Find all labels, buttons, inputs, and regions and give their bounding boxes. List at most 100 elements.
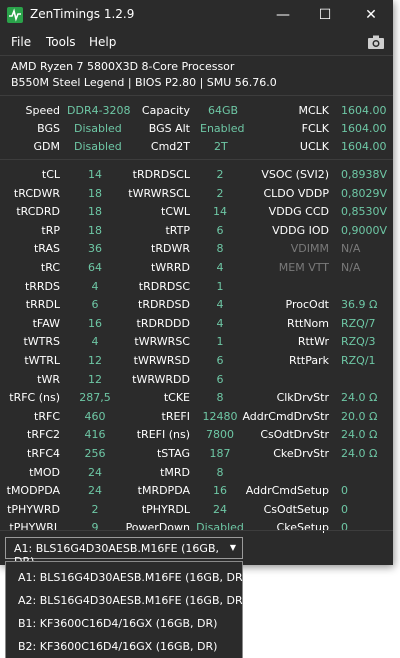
timing-label: CsOdtSetup [263, 503, 329, 516]
timing-value: 0 [341, 484, 348, 497]
bgs-label: BGS [37, 122, 60, 135]
timing-label: ProcOdt [285, 298, 329, 311]
timing-label: tMODPDA [6, 484, 60, 497]
timing-label: CkeSetup [276, 521, 329, 534]
timing-value: 2 [216, 168, 224, 181]
timing-value: 4 [216, 317, 224, 330]
timing-value: 2 [91, 503, 99, 516]
timing-value: 24.0 Ω [341, 428, 378, 441]
timing-value: 9 [91, 521, 99, 534]
timing-value: 187 [209, 447, 231, 460]
timing-value: 4 [91, 280, 99, 293]
zentimings-app-icon [7, 7, 23, 23]
timing-label: tPHYWRD [7, 503, 60, 516]
dimm-option-b2[interactable]: B2: KF3600C16D4/16GX (16GB, DR) [18, 640, 217, 653]
timing-label: VDIMM [290, 242, 329, 255]
speed-label: Speed [25, 104, 60, 117]
timing-label: tRCDWR [13, 187, 60, 200]
timing-value: 287,5 [79, 391, 111, 404]
timing-label: CLDO VDDP [263, 187, 329, 200]
dimm-option-a1[interactable]: A1: BLS16G4D30AESB.M16FE (16GB, DR) [18, 571, 247, 584]
timing-value: 24.0 Ω [341, 391, 378, 404]
timing-label: VSOC (SVI2) [261, 168, 329, 181]
timing-value: 256 [84, 447, 106, 460]
timing-value: 6 [216, 224, 224, 237]
timing-value: 24 [213, 503, 227, 516]
title-bar[interactable]: ZenTimings 1.2.9 — ☐ ✕ [0, 0, 393, 30]
timing-value: RZQ/3 [341, 335, 376, 348]
timing-label: AddrCmdDrvStr [242, 410, 329, 423]
bgs-alt-label: BGS Alt [148, 122, 190, 135]
timing-value: 0,8938V [341, 168, 388, 181]
timing-value: 0,8530V [341, 205, 388, 218]
minimize-button[interactable]: — [261, 0, 305, 30]
timing-value: 18 [88, 205, 102, 218]
gdm-label: GDM [33, 140, 61, 153]
dimm-select-dropdown[interactable]: A1: BLS16G4D30AESB.M16FE (16GB, DR) ▼ [5, 537, 243, 565]
uclk-value: 1604.00 [341, 140, 387, 153]
menu-bar: File Tools Help [0, 30, 393, 54]
timing-value: RZQ/1 [341, 354, 376, 367]
timing-value: 12 [88, 354, 102, 367]
timing-value: 12 [88, 373, 102, 386]
timing-value: 4 [91, 335, 99, 348]
timing-value: 6 [216, 373, 224, 386]
bgs-alt-value: Enabled [200, 122, 245, 135]
capacity-value: 64GB [208, 104, 239, 117]
close-button[interactable]: ✕ [349, 0, 393, 30]
menu-tools[interactable]: Tools [46, 35, 76, 49]
dimm-option-b1[interactable]: B1: KF3600C16D4/16GX (16GB, DR) [18, 617, 217, 630]
mclk-value: 1604.00 [341, 104, 387, 117]
timing-label: MEM VTT [278, 261, 329, 274]
timing-label: RttNom [287, 317, 329, 330]
summary-divider [0, 159, 393, 160]
timing-value: 14 [213, 205, 227, 218]
timing-value: 4 [216, 261, 224, 274]
gdm-value: Disabled [74, 140, 122, 153]
timing-value: 0,8029V [341, 187, 388, 200]
menu-help[interactable]: Help [89, 35, 116, 49]
timing-value: 8 [216, 391, 224, 404]
maximize-button[interactable]: ☐ [303, 0, 347, 30]
timing-label: ClkDrvStr [276, 391, 329, 404]
timing-value: 24 [88, 484, 102, 497]
timing-label: RttPark [288, 354, 329, 367]
timing-value: 7800 [206, 428, 234, 441]
timing-label: tPHYWRL [9, 521, 60, 534]
timing-value: 8 [216, 242, 224, 255]
timing-label: VDDG IOD [272, 224, 329, 237]
dimm-option-a2[interactable]: A2: BLS16G4D30AESB.M16FE (16GB, DR) [18, 594, 247, 607]
cpu-name: AMD Ryzen 7 5800X3D 8-Core Processor [11, 60, 235, 73]
timing-value: 18 [88, 187, 102, 200]
timing-value: 16 [88, 317, 102, 330]
uclk-label: UCLK [299, 140, 329, 153]
timing-label: CkeDrvStr [273, 447, 329, 460]
capacity-label: Capacity [141, 104, 190, 117]
timing-value: 20.0 Ω [341, 410, 378, 423]
timing-value: 2 [216, 187, 224, 200]
timing-value: 36.9 Ω [341, 298, 378, 311]
timing-value: 64 [88, 261, 102, 274]
board-info: B550M Steel Legend | BIOS P2.80 | SMU 56… [11, 76, 277, 89]
timing-label: CsOdtDrvStr [260, 428, 329, 441]
timing-value: Disabled [196, 521, 244, 534]
timing-value: 4 [216, 298, 224, 311]
timing-value: 24.0 Ω [341, 447, 378, 460]
menu-file[interactable]: File [11, 35, 31, 49]
screenshot-camera-icon[interactable] [367, 34, 385, 50]
speed-value: DDR4-3208 [67, 104, 131, 117]
timing-label: tRCDRD [16, 205, 60, 218]
timing-value: 0 [341, 521, 348, 534]
timing-value: 6 [91, 298, 99, 311]
timing-label: AddrCmdSetup [245, 484, 329, 497]
timing-value: 36 [88, 242, 102, 255]
timing-value: 24 [88, 466, 102, 479]
timing-label: tRFC (ns) [9, 391, 60, 404]
fclk-value: 1604.00 [341, 122, 387, 135]
dimm-select-options: A1: BLS16G4D30AESB.M16FE (16GB, DR) A2: … [5, 561, 247, 658]
timing-label: VDDG CCD [268, 205, 329, 218]
timing-value: 0 [341, 503, 348, 516]
timing-value: N/A [341, 261, 361, 274]
menu-divider [0, 55, 393, 56]
timing-value: N/A [341, 242, 361, 255]
